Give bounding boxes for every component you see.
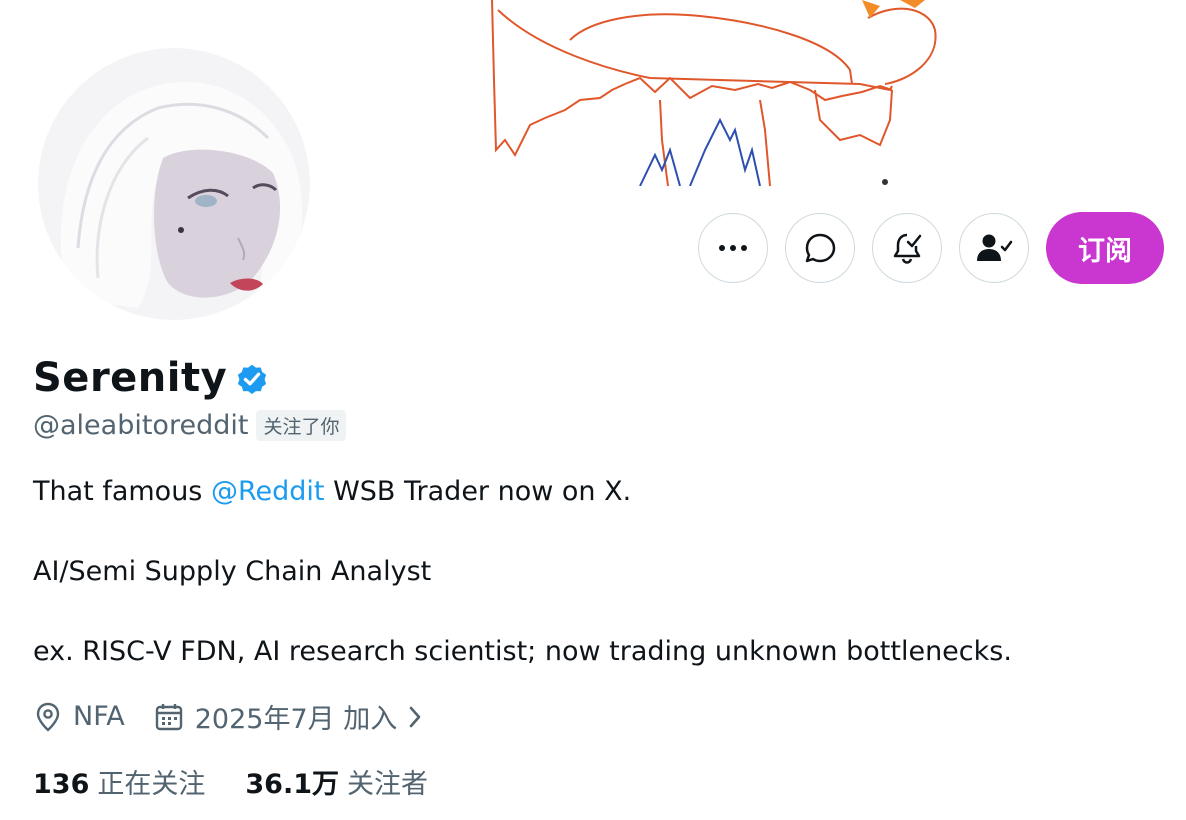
message-icon xyxy=(805,233,836,263)
notification-bell-icon xyxy=(893,233,922,264)
bio-line-2: AI/Semi Supply Chain Analyst xyxy=(33,556,432,587)
profile-handle-row: @aleabitoreddit 关注了你 xyxy=(33,410,347,441)
following-count: 136 xyxy=(33,769,90,800)
bio-text: That famous xyxy=(33,476,211,507)
bio-text: WSB Trader now on X. xyxy=(324,476,632,507)
joined-text: 2025年7月 加入 xyxy=(194,704,398,735)
joined-item[interactable]: 2025年7月 加入 xyxy=(153,697,435,736)
profile-stats: 136 正在关注 36.1万 关注者 xyxy=(33,762,428,801)
followers-count: 36.1万 xyxy=(245,769,339,800)
chevron-right-icon xyxy=(409,706,421,727)
following-user-icon xyxy=(977,234,1013,261)
followers-link[interactable]: 36.1万 关注者 xyxy=(245,762,428,801)
message-button[interactable] xyxy=(785,213,855,283)
bio-mention-link[interactable]: @Reddit xyxy=(211,476,325,507)
more-icon xyxy=(719,245,747,251)
profile-actions: 订阅 xyxy=(698,212,1164,284)
notification-button[interactable] xyxy=(872,213,942,283)
calendar-icon xyxy=(155,703,182,730)
profile-name: Serenity xyxy=(33,355,228,401)
bio-line-1: That famous @Reddit WSB Trader now on X. xyxy=(33,476,631,507)
verified-badge-icon[interactable] xyxy=(234,361,270,397)
bio-line-3: ex. RISC-V FDN, AI research scientist; n… xyxy=(33,636,1012,667)
profile-avatar[interactable] xyxy=(38,48,310,320)
follows-you-badge: 关注了你 xyxy=(256,410,347,441)
followers-label: 关注者 xyxy=(347,769,428,800)
subscribe-button[interactable]: 订阅 xyxy=(1046,212,1164,284)
more-button[interactable] xyxy=(698,213,768,283)
profile-meta: NFA 2025年7月 加入 xyxy=(33,697,435,736)
profile-name-row: Serenity xyxy=(33,355,270,401)
following-button[interactable] xyxy=(959,213,1029,283)
location-pin-icon xyxy=(36,702,60,732)
following-link[interactable]: 136 正在关注 xyxy=(33,762,205,801)
avatar-portrait-image xyxy=(38,48,310,320)
location-item: NFA xyxy=(33,701,125,733)
location-text: NFA xyxy=(73,701,125,732)
following-label: 正在关注 xyxy=(97,769,206,800)
profile-handle: @aleabitoreddit xyxy=(33,410,249,441)
